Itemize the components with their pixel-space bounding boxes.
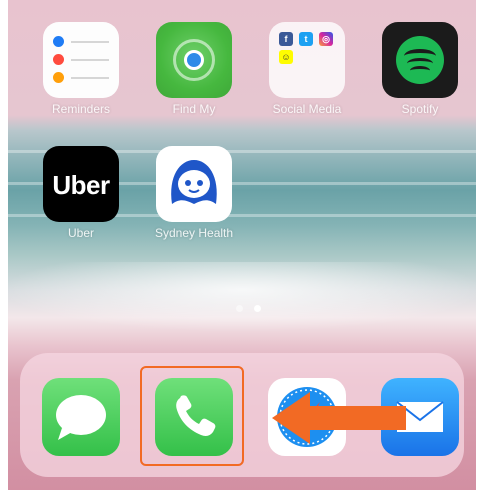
app-sydney-health[interactable]: Sydney Health bbox=[155, 146, 233, 240]
app-label: Spotify bbox=[401, 102, 439, 116]
app-find-my[interactable]: Find My bbox=[155, 22, 233, 116]
find-my-icon bbox=[156, 22, 232, 98]
app-spotify[interactable]: Spotify bbox=[381, 22, 459, 116]
app-label: Uber bbox=[67, 226, 94, 240]
app-label: Reminders bbox=[51, 102, 111, 116]
app-reminders[interactable]: Reminders bbox=[42, 22, 120, 116]
uber-icon: Uber bbox=[43, 146, 119, 222]
spotify-icon bbox=[382, 22, 458, 98]
sydney-health-icon bbox=[156, 146, 232, 222]
messages-icon bbox=[56, 395, 106, 440]
dock-app-messages[interactable] bbox=[42, 378, 120, 456]
page-dot-active[interactable] bbox=[254, 305, 261, 312]
facebook-icon: f bbox=[279, 32, 293, 46]
app-uber[interactable]: Uber Uber bbox=[42, 146, 120, 240]
reminders-icon bbox=[43, 22, 119, 98]
app-label: Find My bbox=[172, 102, 216, 116]
uber-wordmark: Uber bbox=[52, 170, 110, 200]
app-label: Sydney Health bbox=[155, 226, 234, 240]
snapchat-icon: ☺ bbox=[279, 50, 293, 64]
page-dot[interactable] bbox=[236, 305, 243, 312]
folder-icon: f t ◎ ☺ bbox=[269, 22, 345, 98]
instagram-icon: ◎ bbox=[319, 32, 333, 46]
twitter-icon: t bbox=[299, 32, 313, 46]
left-arrow-icon bbox=[272, 392, 406, 444]
app-folder-social-media[interactable]: f t ◎ ☺ Social Media bbox=[268, 22, 346, 116]
phone-highlight-box bbox=[140, 366, 244, 466]
wave-foam bbox=[8, 262, 476, 332]
app-label: Social Media bbox=[272, 102, 342, 116]
